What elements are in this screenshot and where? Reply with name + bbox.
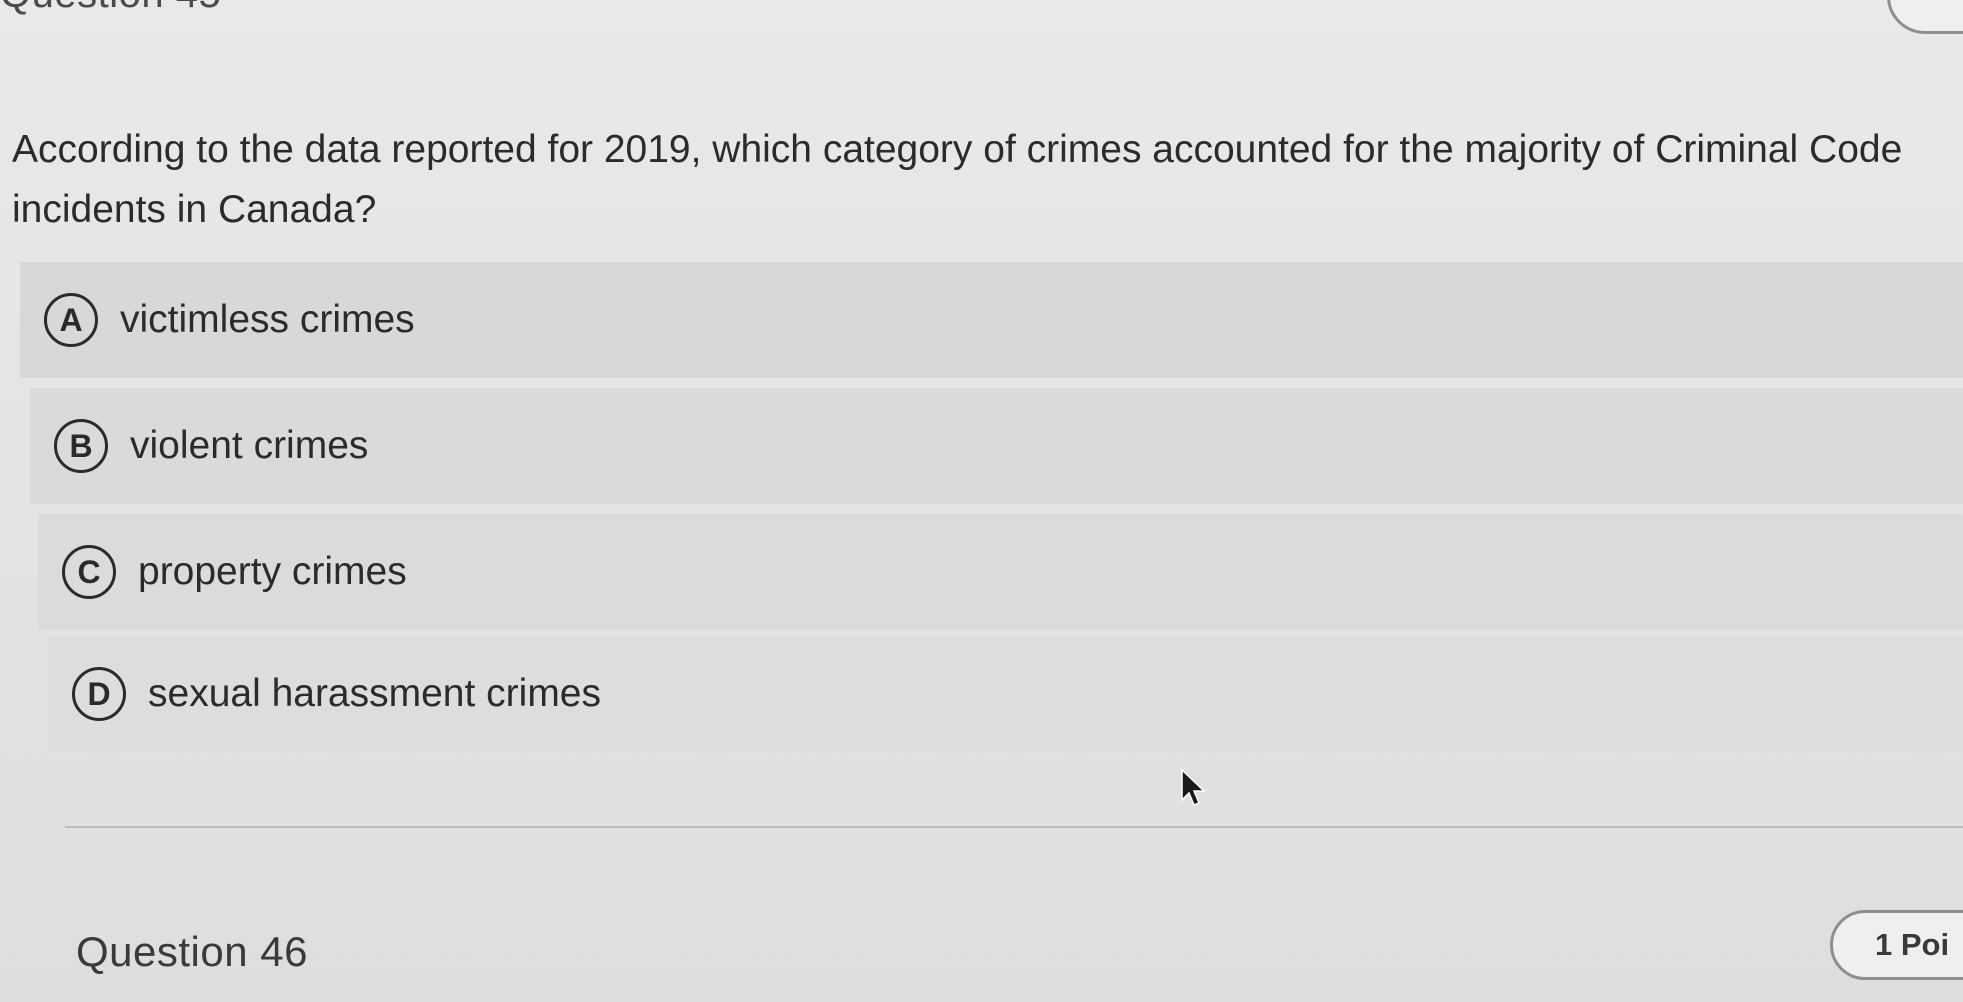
option-letter-badge: C: [62, 545, 116, 599]
question-text: According to the data reported for 2019,…: [12, 128, 1903, 231]
next-question-title: Question 46: [76, 928, 308, 975]
previous-points-badge: [1887, 0, 1963, 34]
previous-question-title: Question 45: [0, 0, 221, 17]
option-label: property crimes: [138, 550, 407, 593]
option-label: sexual harassment crimes: [148, 672, 601, 715]
option-b[interactable]: B violent crimes: [30, 388, 1963, 504]
mouse-pointer-icon: [1181, 768, 1206, 806]
option-a[interactable]: A victimless crimes: [20, 262, 1963, 378]
option-letter-badge: A: [44, 293, 98, 347]
option-d[interactable]: D sexual harassment crimes: [48, 636, 1963, 752]
option-letter-badge: D: [72, 667, 126, 721]
option-letter-badge: B: [54, 419, 108, 473]
option-label: violent crimes: [130, 424, 369, 467]
question-divider: [65, 826, 1963, 828]
option-label: victimless crimes: [120, 298, 415, 341]
points-badge: 1 Poi: [1830, 910, 1963, 980]
option-c[interactable]: C property crimes: [38, 514, 1963, 630]
